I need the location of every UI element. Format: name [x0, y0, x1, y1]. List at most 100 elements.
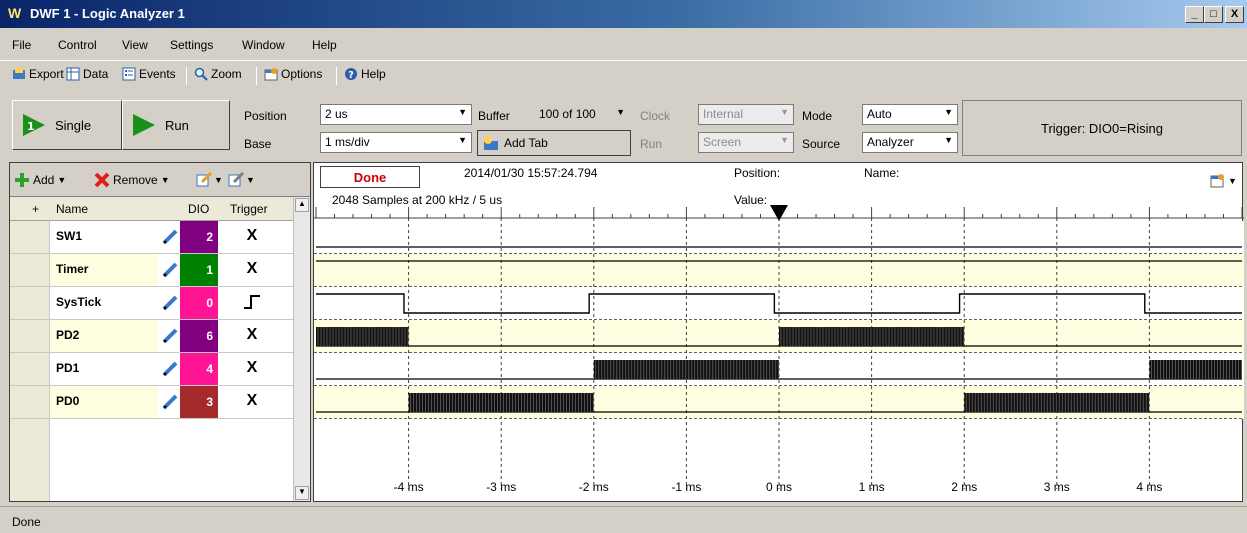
- buffer-select[interactable]: 100 of 100 ▼: [534, 104, 630, 125]
- chevron-down-icon[interactable]: ▼: [458, 107, 467, 117]
- channel-scrollbar[interactable]: ▲ ▼: [293, 197, 310, 501]
- export-button[interactable]: Export: [12, 67, 64, 81]
- channel-dio[interactable]: 4: [180, 353, 218, 385]
- channel-name[interactable]: SysTick: [50, 287, 158, 319]
- channel-name[interactable]: SW1: [50, 221, 158, 253]
- events-button[interactable]: Events: [122, 67, 176, 81]
- svg-text:?: ?: [348, 70, 354, 81]
- clock-select[interactable]: Internal ▼: [698, 104, 794, 125]
- channel-name[interactable]: PD1: [50, 353, 158, 385]
- edit-channel-button[interactable]: ▼: [196, 172, 223, 188]
- channel-dio[interactable]: 0: [180, 287, 218, 319]
- channel-trigger[interactable]: X: [220, 353, 284, 385]
- channel-name[interactable]: Timer: [50, 254, 158, 286]
- single-button[interactable]: 1 Single: [12, 100, 122, 150]
- channel-trigger[interactable]: X: [220, 221, 284, 253]
- chevron-down-icon[interactable]: ▼: [780, 135, 789, 145]
- menu-view[interactable]: View: [122, 38, 148, 52]
- pencil-icon[interactable]: [160, 260, 180, 280]
- maximize-button[interactable]: □: [1204, 6, 1223, 23]
- single-icon: 1: [23, 114, 45, 136]
- chevron-down-icon[interactable]: ▼: [780, 107, 789, 117]
- status-bar: Done: [0, 506, 1247, 533]
- chevron-down-icon[interactable]: ▼: [616, 107, 625, 117]
- menu-settings[interactable]: Settings: [170, 38, 213, 52]
- source-select[interactable]: Analyzer ▼: [862, 132, 958, 153]
- chevron-down-icon[interactable]: ▼: [214, 175, 223, 185]
- chevron-down-icon[interactable]: ▼: [246, 175, 255, 185]
- channel-dio[interactable]: 1: [180, 254, 218, 286]
- channel-dio[interactable]: 6: [180, 320, 218, 352]
- time-axis-label: 0 ms: [766, 480, 792, 494]
- channel-row[interactable]: SysTick 0: [10, 287, 310, 320]
- menu-file[interactable]: File: [12, 38, 31, 52]
- mode-value: Auto: [867, 107, 892, 121]
- waveform-plot[interactable]: -4 ms -3 ms -2 ms -1 ms 0 ms 1 ms 2 ms 3 ms 4 ms: [314, 163, 1244, 503]
- position-input[interactable]: 2 us ▼: [320, 104, 472, 125]
- chevron-down-icon[interactable]: ▼: [161, 175, 170, 185]
- channel-trigger[interactable]: X: [220, 254, 284, 286]
- remove-channel-button[interactable]: Remove ▼: [94, 172, 170, 188]
- rising-edge-icon: [244, 295, 260, 309]
- add-tab-icon: [484, 136, 498, 150]
- mode-select[interactable]: Auto ▼: [862, 104, 958, 125]
- toolbar: Export Data Events Zoom Options ? Help: [0, 60, 1247, 90]
- menu-control[interactable]: Control: [58, 38, 97, 52]
- remove-icon: [94, 172, 110, 188]
- table-icon: [66, 67, 80, 81]
- chevron-down-icon[interactable]: ▼: [458, 135, 467, 145]
- options-icon: [264, 68, 278, 81]
- waveform-view[interactable]: -4 ms -3 ms -2 ms -1 ms 0 ms 1 ms 2 ms 3 ms 4 ms…: [313, 162, 1244, 503]
- zoom-button[interactable]: Zoom: [194, 67, 242, 81]
- chevron-down-icon[interactable]: ▼: [1228, 176, 1237, 186]
- channel-trigger[interactable]: X: [220, 386, 284, 418]
- magnifier-icon: [194, 67, 208, 81]
- channel-settings-button[interactable]: ▼: [228, 172, 255, 188]
- time-axis-label: 1 ms: [859, 480, 885, 494]
- column-dio[interactable]: DIO: [188, 202, 209, 216]
- column-expand[interactable]: +: [32, 202, 39, 216]
- channel-row[interactable]: SW1 2 X: [10, 221, 310, 254]
- close-button[interactable]: X: [1225, 6, 1244, 23]
- channel-dio[interactable]: 2: [180, 221, 218, 253]
- pencil-icon[interactable]: [160, 392, 180, 412]
- help-button[interactable]: ? Help: [344, 67, 386, 81]
- menu-window[interactable]: Window: [242, 38, 285, 52]
- channel-dio[interactable]: 3: [180, 386, 218, 418]
- channel-trigger[interactable]: [220, 287, 284, 319]
- chevron-down-icon[interactable]: ▼: [944, 107, 953, 117]
- channel-name[interactable]: PD2: [50, 320, 158, 352]
- single-label: Single: [55, 117, 92, 133]
- add-tab-button[interactable]: Add Tab: [477, 130, 631, 156]
- run-button[interactable]: Run: [122, 100, 230, 150]
- scroll-up-button[interactable]: ▲: [295, 198, 309, 212]
- data-button[interactable]: Data: [66, 67, 108, 81]
- trigger-summary[interactable]: Trigger: DIO0=Rising: [962, 100, 1242, 156]
- view-options-button[interactable]: ▼: [1210, 173, 1237, 189]
- column-trigger[interactable]: Trigger: [230, 202, 268, 216]
- menu-help[interactable]: Help: [312, 38, 337, 52]
- options-button[interactable]: Options: [264, 67, 322, 81]
- chevron-down-icon[interactable]: ▼: [944, 135, 953, 145]
- base-select[interactable]: 1 ms/div ▼: [320, 132, 472, 153]
- chevron-down-icon[interactable]: ▼: [57, 175, 66, 185]
- channel-row[interactable]: PD2 6 X: [10, 320, 310, 353]
- signal-burst: [779, 327, 965, 346]
- time-axis-label: 2 ms: [951, 480, 977, 494]
- channel-row[interactable]: PD1 4 X: [10, 353, 310, 386]
- scroll-down-button[interactable]: ▼: [295, 486, 309, 500]
- column-name[interactable]: Name: [56, 202, 88, 216]
- pencil-icon[interactable]: [160, 359, 180, 379]
- channel-row[interactable]: Timer 1 X: [10, 254, 310, 287]
- minimize-button[interactable]: _: [1185, 6, 1204, 23]
- channel-name[interactable]: PD0: [50, 386, 158, 418]
- trigger-summary-text: Trigger: DIO0=Rising: [1041, 120, 1163, 136]
- channel-trigger[interactable]: X: [220, 320, 284, 352]
- run-mode-select[interactable]: Screen ▼: [698, 132, 794, 153]
- mode-label: Mode: [802, 109, 833, 123]
- pencil-icon[interactable]: [160, 227, 180, 247]
- pencil-icon[interactable]: [160, 293, 180, 313]
- channel-row[interactable]: PD0 3 X: [10, 386, 310, 419]
- pencil-icon[interactable]: [160, 326, 180, 346]
- add-channel-button[interactable]: Add ▼: [14, 172, 66, 188]
